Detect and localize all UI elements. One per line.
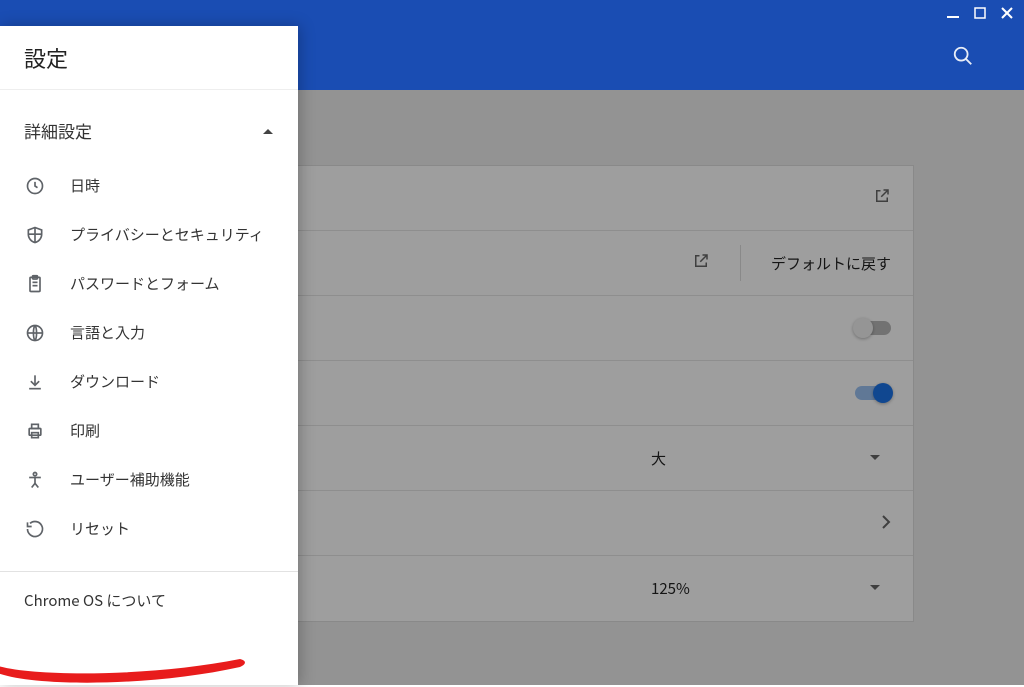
sidebar-item-print[interactable]: 印刷 bbox=[0, 406, 298, 455]
download-icon bbox=[24, 372, 46, 392]
window-titlebar bbox=[0, 0, 1024, 26]
sidebar-item-label: ユーザー補助機能 bbox=[70, 469, 274, 490]
sidebar-item-label: 印刷 bbox=[70, 420, 274, 441]
sidebar-item-reset[interactable]: リセット bbox=[0, 504, 298, 553]
shield-icon bbox=[24, 225, 46, 245]
reset-icon bbox=[24, 519, 46, 539]
sidebar-item-label: Chrome OS について bbox=[24, 590, 166, 611]
clock-icon bbox=[24, 176, 46, 196]
drawer-title: 設定 bbox=[0, 26, 298, 90]
window-minimize-button[interactable] bbox=[946, 6, 960, 20]
sidebar-item-label: プライバシーとセキュリティ bbox=[70, 224, 274, 245]
sidebar-item-privacy[interactable]: プライバシーとセキュリティ bbox=[0, 210, 298, 259]
sidebar-item-label: リセット bbox=[70, 518, 274, 539]
sidebar-item-language[interactable]: 言語と入力 bbox=[0, 308, 298, 357]
sidebar-item-label: ダウンロード bbox=[70, 371, 274, 392]
drawer-section-advanced[interactable]: 詳細設定 bbox=[0, 90, 298, 161]
print-icon bbox=[24, 421, 46, 441]
navigation-drawer: 設定 詳細設定 日時 プライバシーとセキュリティ パスワードとフォーム bbox=[0, 26, 298, 685]
chevron-up-icon bbox=[262, 118, 274, 143]
clipboard-icon bbox=[24, 274, 46, 294]
sidebar-item-accessibility[interactable]: ユーザー補助機能 bbox=[0, 455, 298, 504]
window-maximize-button[interactable] bbox=[974, 7, 986, 19]
globe-icon bbox=[24, 323, 46, 343]
sidebar-item-about-chromeos[interactable]: Chrome OS について bbox=[0, 572, 298, 629]
search-icon[interactable] bbox=[952, 45, 974, 72]
sidebar-item-label: パスワードとフォーム bbox=[70, 273, 274, 294]
sidebar-item-datetime[interactable]: 日時 bbox=[0, 161, 298, 210]
sidebar-item-passwords[interactable]: パスワードとフォーム bbox=[0, 259, 298, 308]
window-close-button[interactable] bbox=[1000, 6, 1014, 20]
drawer-list: 日時 プライバシーとセキュリティ パスワードとフォーム 言語と入力 ダウンロード bbox=[0, 161, 298, 563]
sidebar-item-label: 日時 bbox=[70, 175, 274, 196]
accessibility-icon bbox=[24, 470, 46, 490]
drawer-section-label: 詳細設定 bbox=[24, 118, 92, 143]
sidebar-item-downloads[interactable]: ダウンロード bbox=[0, 357, 298, 406]
sidebar-item-label: 言語と入力 bbox=[70, 322, 274, 343]
